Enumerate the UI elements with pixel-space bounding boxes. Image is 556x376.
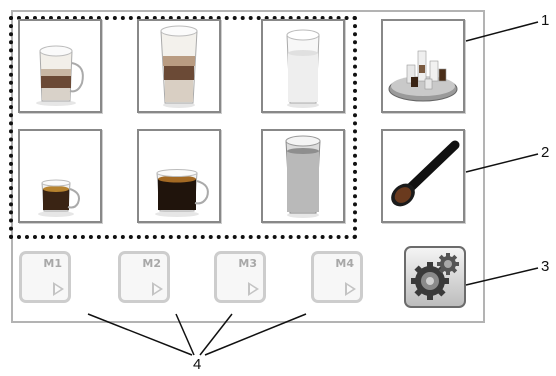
callout-4: 4 [193,356,202,373]
callout-2: 2 [541,144,550,161]
callout-3: 3 [541,258,550,275]
callout-leader-lines [87,21,539,356]
callout-1: 1 [541,12,550,29]
